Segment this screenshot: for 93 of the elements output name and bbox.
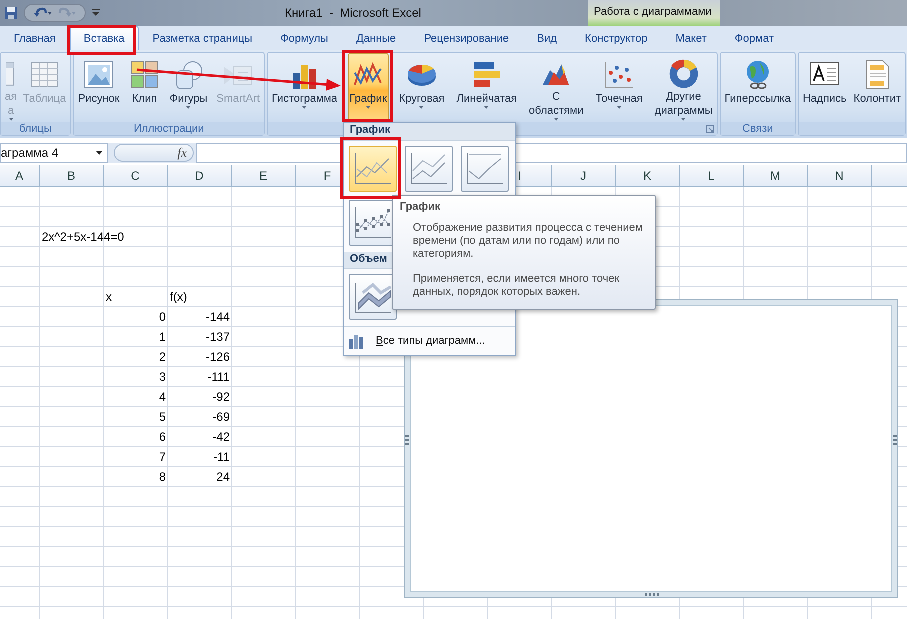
caret-icon [96, 151, 103, 155]
column-title: f(x) [170, 290, 188, 304]
ribbon-button[interactable]: Гиперссылка [722, 53, 793, 122]
table-cell: 8 [159, 470, 166, 484]
ribbon-tab[interactable]: Данные [342, 26, 410, 50]
all-chart-types-item[interactable]: Все типы диаграмм... [376, 335, 486, 348]
column-title: x [106, 290, 112, 304]
highlight-frame [67, 25, 136, 55]
caret-icon [302, 106, 308, 109]
caret-icon [616, 106, 622, 109]
group-label: Иллюстрации [134, 122, 204, 134]
table-cell: -69 [212, 410, 230, 424]
chart-types-icon [348, 333, 366, 350]
dialog-launcher-icon[interactable] [706, 125, 714, 133]
column-header[interactable]: A [0, 165, 40, 187]
column-header[interactable]: M [744, 165, 808, 187]
caret-icon [366, 106, 371, 109]
ribbon-button[interactable]: Клип [126, 53, 163, 122]
ribbon-tab[interactable]: Главная [0, 26, 70, 50]
table-cell: -92 [212, 390, 230, 404]
column-header[interactable]: J [552, 165, 616, 187]
ribbon-tab[interactable]: Конструктор [571, 26, 662, 50]
ribbon-button[interactable]: Колонтит [852, 53, 904, 122]
table-cell: -11 [214, 450, 230, 464]
table-cell: -144 [206, 310, 230, 324]
chart-subtype-option[interactable] [349, 274, 397, 320]
column-header[interactable]: C [104, 165, 168, 187]
chart-subtype-option[interactable] [461, 146, 509, 192]
caret-icon [419, 106, 424, 109]
highlight-frame [342, 50, 393, 122]
chart-subtype-option[interactable] [349, 146, 397, 192]
ribbon-tab[interactable]: Макет [662, 26, 721, 50]
scatter-chart-icon [603, 59, 636, 91]
undo-icon[interactable] [33, 7, 53, 19]
resize-handle[interactable] [893, 435, 897, 447]
table-cell: 6 [159, 430, 166, 444]
chart-subtype-option[interactable] [405, 146, 453, 192]
menu-section-title: График [344, 123, 515, 141]
group-label: Связи [742, 122, 774, 134]
table-cell: 2 [159, 350, 166, 364]
ribbon-tab[interactable]: Формат [720, 26, 788, 50]
ribbon-button[interactable]: Надпись [800, 53, 849, 122]
ribbon-button[interactable]: Другие диаграммы [652, 53, 715, 122]
ribbon-button[interactable]: Рисунок [76, 53, 122, 122]
line-chart-icon [353, 150, 393, 187]
ribbon-button[interactable]: Круговая [397, 53, 447, 122]
tooltip-text: Применяется, если имеется много точек данных, порядок которых важен. [413, 273, 621, 299]
ribbon-tab[interactable]: Рецензирование [410, 26, 524, 50]
ribbon-button[interactable]: Фигуры [168, 53, 210, 122]
table-cell: 0 [159, 310, 166, 324]
ribbon-button[interactable]: Гистограмма [270, 53, 340, 122]
clip-art-icon [128, 59, 161, 91]
table-cell: 4 [159, 390, 166, 404]
resize-handle[interactable] [645, 593, 659, 596]
customize-menu-icon[interactable] [92, 9, 100, 17]
highlight-frame [340, 137, 401, 199]
table-cell: -126 [206, 350, 230, 364]
table-cell: -111 [208, 370, 230, 384]
name-box[interactable]: аграмма 4 [0, 143, 108, 163]
caret-icon [186, 106, 192, 109]
column-header[interactable]: D [168, 165, 232, 187]
percent-line-chart-icon [465, 150, 505, 187]
column-header[interactable]: K [616, 165, 680, 187]
column-header[interactable]: B [40, 165, 104, 187]
table-cell: -42 [212, 430, 230, 444]
table-cell: -137 [206, 330, 230, 344]
cell-text: 2x^2+5x-144=0 [42, 230, 124, 244]
insert-function-button[interactable]: fx [114, 144, 194, 162]
table-cell: 24 [216, 470, 230, 484]
picture-icon [82, 59, 115, 91]
ribbon-tab[interactable]: Разметка страницы [138, 26, 267, 50]
save-icon[interactable] [4, 6, 18, 20]
ribbon-button[interactable]: Точечная [594, 53, 645, 122]
resize-handle[interactable] [405, 435, 409, 447]
ribbon-tab[interactable]: Формулы [266, 26, 342, 50]
ribbon-button[interactable]: С областями [527, 53, 586, 122]
ribbon-button[interactable]: Линейчатая [454, 53, 520, 122]
stacked-line-chart-icon [409, 150, 449, 187]
group-label: блицы [19, 122, 52, 134]
table-cell: 7 [159, 450, 166, 464]
ribbon-tab[interactable]: Вид [523, 26, 572, 50]
ribbon-button[interactable]: График [348, 53, 390, 122]
column-header[interactable]: L [680, 165, 744, 187]
tooltip-title: График [400, 201, 442, 213]
column-header[interactable]: E [232, 165, 296, 187]
table-cell: 3 [159, 370, 166, 384]
context-title: Работа с диаграммами [588, 0, 720, 26]
caret-icon [484, 106, 490, 109]
table-cell: 5 [159, 410, 166, 424]
window-title: Книга1 - Microsoft Excel [285, 6, 422, 20]
donut-chart-icon [668, 59, 700, 90]
table-cell: 1 [159, 330, 166, 344]
column-header[interactable]: N [808, 165, 872, 187]
